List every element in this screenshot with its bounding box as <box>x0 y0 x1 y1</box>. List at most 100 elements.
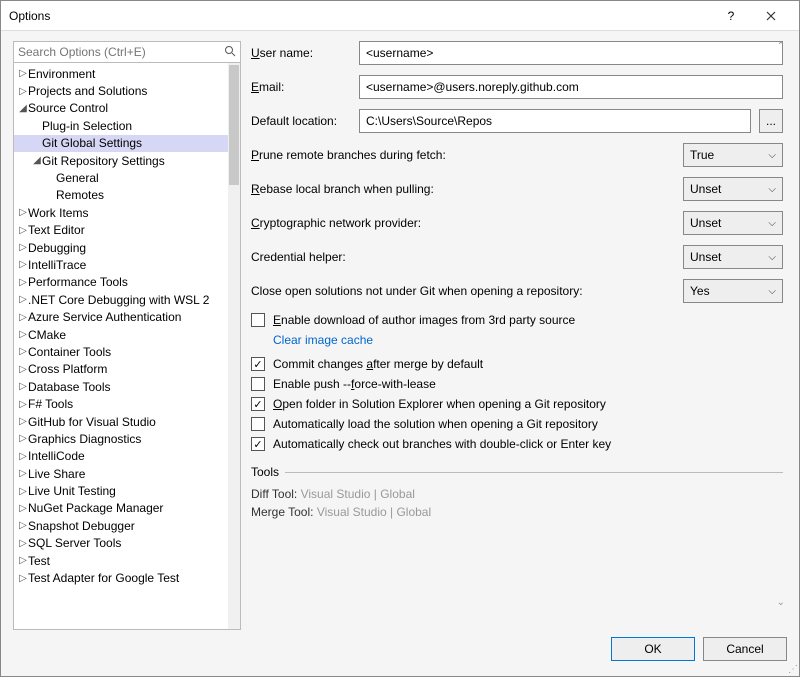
tree-node[interactable]: ▷Live Share <box>14 465 228 482</box>
expand-icon[interactable]: ▷ <box>18 468 28 479</box>
tree-node[interactable]: ▷Text Editor <box>14 222 228 239</box>
expand-icon[interactable]: ▷ <box>18 225 28 236</box>
tree-node[interactable]: ▷IntelliTrace <box>14 256 228 273</box>
resize-grip-icon[interactable]: ⋰ <box>788 664 798 675</box>
expand-icon[interactable]: ▷ <box>18 433 28 444</box>
tree-node-label: .NET Core Debugging with WSL 2 <box>28 293 209 307</box>
tree-node[interactable]: ▷Debugging <box>14 239 228 256</box>
email-input[interactable] <box>359 75 783 99</box>
tree-node[interactable]: ▷Projects and Solutions <box>14 82 228 99</box>
tree-node[interactable]: ▷GitHub for Visual Studio <box>14 413 228 430</box>
tree-node-label: Source Control <box>28 101 108 115</box>
expand-icon[interactable]: ▷ <box>18 555 28 566</box>
tree-node[interactable]: ▷Graphics Diagnostics <box>14 430 228 447</box>
close-icon <box>766 11 776 21</box>
chk-open-folder[interactable]: ✓ <box>251 397 265 411</box>
tree-node[interactable]: ▷NuGet Package Manager <box>14 500 228 517</box>
expand-icon[interactable]: ▷ <box>18 520 28 531</box>
expand-icon[interactable]: ▷ <box>18 364 28 375</box>
expand-icon[interactable]: ▷ <box>18 416 28 427</box>
browse-button[interactable]: ... <box>759 109 783 133</box>
username-input[interactable] <box>359 41 783 65</box>
scrollbar-thumb[interactable] <box>229 65 239 185</box>
tree-node[interactable]: ▷Snapshot Debugger <box>14 517 228 534</box>
collapse-icon[interactable]: ◢ <box>18 103 28 114</box>
tree-node[interactable]: ▷Database Tools <box>14 378 228 395</box>
expand-icon[interactable]: ▷ <box>18 329 28 340</box>
tree-node[interactable]: Plug-in Selection <box>14 117 228 134</box>
prune-select[interactable]: True <box>683 143 783 167</box>
expand-icon[interactable]: ▷ <box>18 346 28 357</box>
expand-icon[interactable]: ▷ <box>18 538 28 549</box>
diff-tool-vs[interactable]: Visual Studio <box>301 487 371 501</box>
search-input[interactable] <box>14 42 220 62</box>
collapse-icon[interactable]: ◢ <box>32 155 42 166</box>
tree-node[interactable]: ▷Container Tools <box>14 343 228 360</box>
expand-icon[interactable]: ▷ <box>18 294 28 305</box>
ok-button[interactable]: OK <box>611 637 695 661</box>
expand-icon[interactable]: ▷ <box>18 573 28 584</box>
rebase-select[interactable]: Unset <box>683 177 783 201</box>
tree-node[interactable]: ▷F# Tools <box>14 395 228 412</box>
expand-icon[interactable]: ▷ <box>18 259 28 270</box>
help-button[interactable]: ? <box>711 1 751 31</box>
expand-icon[interactable]: ▷ <box>18 68 28 79</box>
cred-select[interactable]: Unset <box>683 245 783 269</box>
tree-node[interactable]: ▷Test <box>14 552 228 569</box>
diff-tool-global[interactable]: Global <box>380 487 415 501</box>
search-icon <box>220 45 240 60</box>
close-button[interactable] <box>751 1 791 31</box>
cancel-button[interactable]: Cancel <box>703 637 787 661</box>
clear-cache-link[interactable]: Clear image cache <box>273 333 783 347</box>
expand-icon[interactable]: ▷ <box>18 451 28 462</box>
tree-node[interactable]: ▷.NET Core Debugging with WSL 2 <box>14 291 228 308</box>
chk-author-images[interactable] <box>251 313 265 327</box>
tree-node[interactable]: ▷Live Unit Testing <box>14 482 228 499</box>
tree-node[interactable]: ▷Work Items <box>14 204 228 221</box>
tree-node-label: Cross Platform <box>28 362 107 376</box>
tree-node[interactable]: ◢Git Repository Settings <box>14 152 228 169</box>
tree-node[interactable]: Remotes <box>14 187 228 204</box>
tree-node[interactable]: General <box>14 169 228 186</box>
tree-node[interactable]: ▷Test Adapter for Google Test <box>14 569 228 586</box>
rebase-label: Rebase local branch when pulling: <box>251 182 675 196</box>
tree-node[interactable]: ▷Environment <box>14 65 228 82</box>
scroll-down-icon[interactable]: ⌄ <box>777 597 785 608</box>
expand-icon[interactable]: ▷ <box>18 277 28 288</box>
chk-auto-load-sln[interactable] <box>251 417 265 431</box>
search-box[interactable] <box>13 41 241 63</box>
merge-tool-global[interactable]: Global <box>396 505 431 519</box>
chk-auto-checkout[interactable]: ✓ <box>251 437 265 451</box>
close-sol-select[interactable]: Yes <box>683 279 783 303</box>
tree-node[interactable]: ▷Performance Tools <box>14 274 228 291</box>
expand-icon[interactable]: ▷ <box>18 381 28 392</box>
expand-icon[interactable]: ▷ <box>18 86 28 97</box>
tree-node[interactable]: ◢Source Control <box>14 100 228 117</box>
tree-node-label: Text Editor <box>28 223 85 237</box>
tree-node[interactable]: ▷IntelliCode <box>14 448 228 465</box>
chk-commit-after-merge-label: Commit changes after merge by default <box>273 357 483 371</box>
chk-force-lease[interactable] <box>251 377 265 391</box>
expand-icon[interactable]: ▷ <box>18 399 28 410</box>
chk-commit-after-merge[interactable]: ✓ <box>251 357 265 371</box>
crypto-label: Cryptographic network provider: <box>251 216 675 230</box>
tree-node-label: Graphics Diagnostics <box>28 432 141 446</box>
merge-tool-vs[interactable]: Visual Studio <box>317 505 387 519</box>
window-title: Options <box>9 9 711 23</box>
tree-node[interactable]: ▷SQL Server Tools <box>14 535 228 552</box>
expand-icon[interactable]: ▷ <box>18 242 28 253</box>
location-input[interactable] <box>359 109 751 133</box>
options-tree[interactable]: ▷Environment▷Projects and Solutions◢Sour… <box>14 63 228 629</box>
expand-icon[interactable]: ▷ <box>18 207 28 218</box>
tree-node-label: Git Repository Settings <box>42 154 165 168</box>
tree-node[interactable]: ▷Azure Service Authentication <box>14 308 228 325</box>
tree-scrollbar[interactable] <box>228 63 240 629</box>
tree-node[interactable]: Git Global Settings <box>14 135 228 152</box>
expand-icon[interactable]: ▷ <box>18 486 28 497</box>
scroll-up-icon[interactable]: ⌃ <box>777 41 785 52</box>
expand-icon[interactable]: ▷ <box>18 503 28 514</box>
expand-icon[interactable]: ▷ <box>18 312 28 323</box>
tree-node[interactable]: ▷CMake <box>14 326 228 343</box>
crypto-select[interactable]: Unset <box>683 211 783 235</box>
tree-node[interactable]: ▷Cross Platform <box>14 361 228 378</box>
